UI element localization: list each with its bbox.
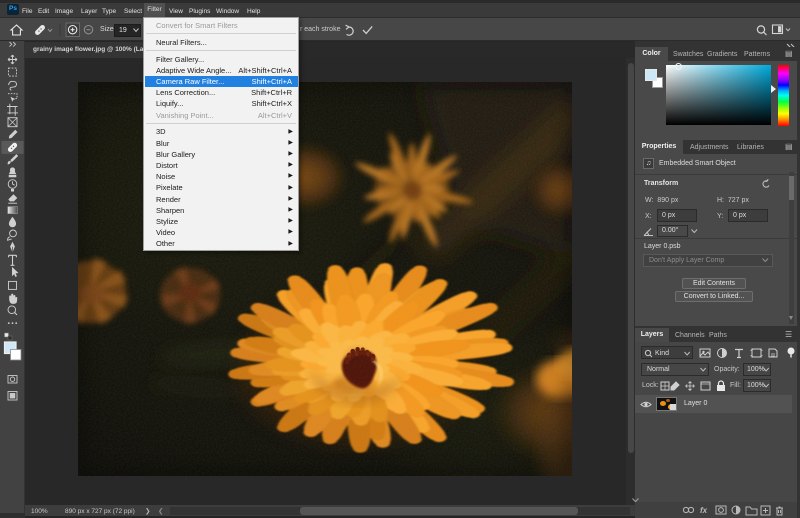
svg-text:fx: fx [700,506,708,515]
